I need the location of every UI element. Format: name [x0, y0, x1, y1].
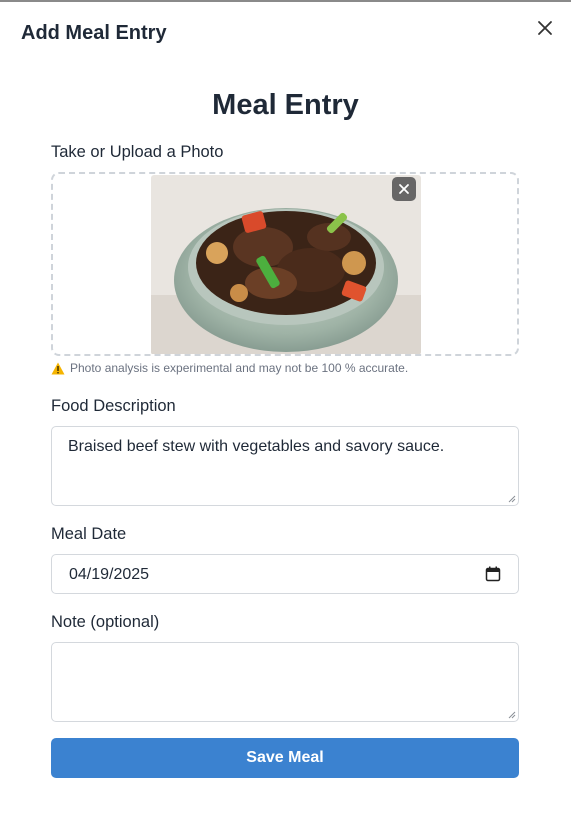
date-label: Meal Date [51, 525, 127, 543]
warning-text: Photo analysis is experimental and may n… [70, 361, 409, 375]
modal-title: Add Meal Entry [21, 22, 167, 44]
close-icon [538, 21, 552, 35]
note-label: Note (optional) [51, 613, 160, 631]
photo-warning: Photo analysis is experimental and may n… [51, 361, 408, 375]
note-textarea[interactable] [51, 642, 519, 722]
photo-upload-zone[interactable] [51, 172, 519, 356]
form-heading: Meal Entry [212, 89, 359, 121]
close-button[interactable] [533, 16, 557, 40]
calendar-icon[interactable] [485, 566, 501, 582]
remove-photo-button[interactable] [392, 177, 416, 201]
resize-grip-icon[interactable] [508, 495, 516, 503]
description-value: Braised beef stew with vegetables and sa… [68, 438, 445, 455]
date-value: 04/19/2025 [69, 566, 150, 583]
save-meal-button[interactable]: Save Meal [51, 738, 519, 778]
warning-icon [51, 362, 65, 374]
resize-grip-icon[interactable] [508, 711, 516, 719]
meal-date-input[interactable]: 04/19/2025 [51, 554, 519, 594]
description-label: Food Description [51, 397, 176, 415]
modal-header: Add Meal Entry [0, 2, 571, 62]
photo-label: Take or Upload a Photo [51, 143, 224, 161]
close-icon [399, 184, 409, 194]
description-textarea[interactable]: Braised beef stew with vegetables and sa… [51, 426, 519, 506]
meal-photo-preview [151, 175, 421, 354]
